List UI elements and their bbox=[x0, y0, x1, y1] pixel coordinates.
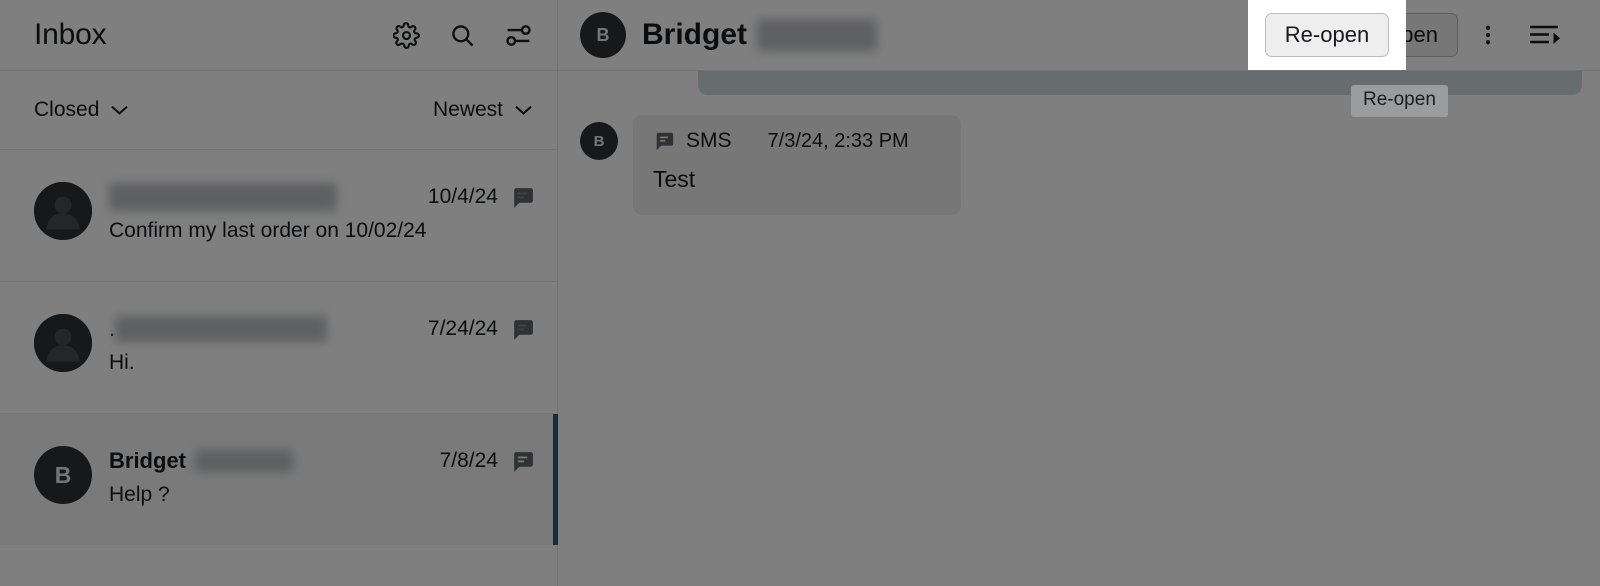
queue-list-icon[interactable] bbox=[1518, 13, 1570, 57]
redaction-block bbox=[115, 316, 328, 342]
sidebar-header-actions bbox=[391, 20, 533, 50]
sidebar-header: Inbox bbox=[0, 0, 557, 71]
channel-indicator: SMS bbox=[653, 129, 732, 153]
list-item[interactable]: 10/4/24 Confirm my last order on 10/02/2… bbox=[0, 149, 557, 281]
avatar-initial: B bbox=[596, 24, 610, 45]
timestamp: 7/8/24 bbox=[439, 449, 498, 472]
thread-header: B Bridget Re-open bbox=[558, 0, 1600, 71]
list-item[interactable]: B Bridget 7/8/24 Help ? bbox=[0, 413, 558, 545]
contact-name: Bridget bbox=[109, 448, 293, 474]
contact-name-text: Bridget bbox=[109, 448, 186, 473]
incoming-message: B SMS 7/3/24, 2:33 PM Test bbox=[580, 115, 961, 215]
outgoing-message-bubble bbox=[698, 71, 1582, 95]
list-item-meta: 7/24/24 bbox=[412, 317, 535, 342]
gear-icon[interactable] bbox=[391, 20, 421, 50]
list-item-body: 10/4/24 Confirm my last order on 10/02/2… bbox=[109, 180, 535, 243]
redaction-block bbox=[195, 450, 293, 472]
avatar-initial: B bbox=[593, 132, 605, 150]
list-item-meta: 7/8/24 bbox=[424, 449, 535, 474]
conversation-inbox-app: Inbox Closed Newest 10/4/24 Confirm my l… bbox=[0, 0, 1600, 586]
thread-title-text: Bridget bbox=[642, 18, 747, 51]
sort-filter-dropdown[interactable]: Newest bbox=[433, 98, 533, 122]
chevron-down-icon bbox=[515, 105, 532, 115]
message-preview: Hi. bbox=[109, 351, 135, 374]
avatar-initial: B bbox=[54, 461, 72, 488]
list-item-body: Bridget 7/8/24 Help ? bbox=[109, 444, 535, 507]
message-timestamp: 7/3/24, 2:33 PM bbox=[767, 129, 909, 152]
message-preview: Help ? bbox=[109, 483, 170, 506]
outgoing-message-text bbox=[724, 71, 1556, 84]
contact-name bbox=[109, 183, 337, 211]
inbox-sidebar: Inbox Closed Newest 10/4/24 Confirm my l… bbox=[0, 0, 558, 586]
list-item-top: 10/4/24 bbox=[109, 182, 535, 212]
timestamp: 10/4/24 bbox=[427, 185, 498, 208]
channel-label: SMS bbox=[686, 129, 732, 152]
filter-tune-icon[interactable] bbox=[503, 20, 533, 50]
message-thread[interactable]: B SMS 7/3/24, 2:33 PM Test bbox=[558, 71, 1600, 586]
incoming-message-bubble: SMS 7/3/24, 2:33 PM Test bbox=[633, 115, 961, 215]
message-bubble-header: SMS 7/3/24, 2:33 PM bbox=[653, 129, 941, 153]
avatar: B bbox=[580, 122, 618, 160]
sms-chat-icon bbox=[510, 449, 535, 474]
status-filter-dropdown[interactable]: Closed bbox=[34, 98, 129, 122]
list-item-top: Bridget 7/8/24 bbox=[109, 446, 535, 476]
conversation-list: 10/4/24 Confirm my last order on 10/02/2… bbox=[0, 149, 558, 586]
avatar: B bbox=[34, 446, 92, 504]
list-item-body: . 7/24/24 Hi. bbox=[109, 312, 535, 375]
page-title: Inbox bbox=[34, 18, 107, 51]
redaction-block bbox=[757, 19, 877, 51]
sort-filter-label: Newest bbox=[432, 98, 503, 121]
sms-chat-icon bbox=[510, 185, 535, 210]
thread-title: Bridget bbox=[642, 18, 877, 52]
filter-row: Closed Newest bbox=[0, 71, 557, 149]
person-placeholder-icon bbox=[34, 314, 92, 372]
person-placeholder-icon bbox=[34, 182, 92, 240]
list-item-top: . 7/24/24 bbox=[109, 314, 535, 344]
more-vertical-icon[interactable] bbox=[1466, 13, 1510, 57]
message-text: Test bbox=[653, 166, 696, 192]
chevron-down-icon bbox=[111, 105, 129, 115]
avatar bbox=[34, 314, 92, 372]
list-item-meta: 10/4/24 bbox=[412, 185, 535, 210]
search-icon[interactable] bbox=[447, 20, 477, 50]
timestamp: 7/24/24 bbox=[427, 317, 498, 340]
contact-name: . bbox=[109, 316, 328, 342]
status-filter-label: Closed bbox=[34, 98, 100, 121]
redaction-block bbox=[109, 183, 337, 211]
reopen-spotlight: Re-open bbox=[1248, 0, 1406, 70]
avatar: B bbox=[580, 12, 626, 58]
reopen-tooltip: Re-open bbox=[1351, 85, 1448, 117]
avatar bbox=[34, 182, 92, 240]
list-item[interactable]: . 7/24/24 Hi. bbox=[0, 281, 557, 413]
sms-chat-icon bbox=[653, 130, 675, 152]
message-preview: Confirm my last order on 10/02/24 bbox=[109, 219, 427, 242]
reopen-button[interactable]: Re-open bbox=[1264, 13, 1390, 57]
sms-chat-icon bbox=[510, 317, 535, 342]
